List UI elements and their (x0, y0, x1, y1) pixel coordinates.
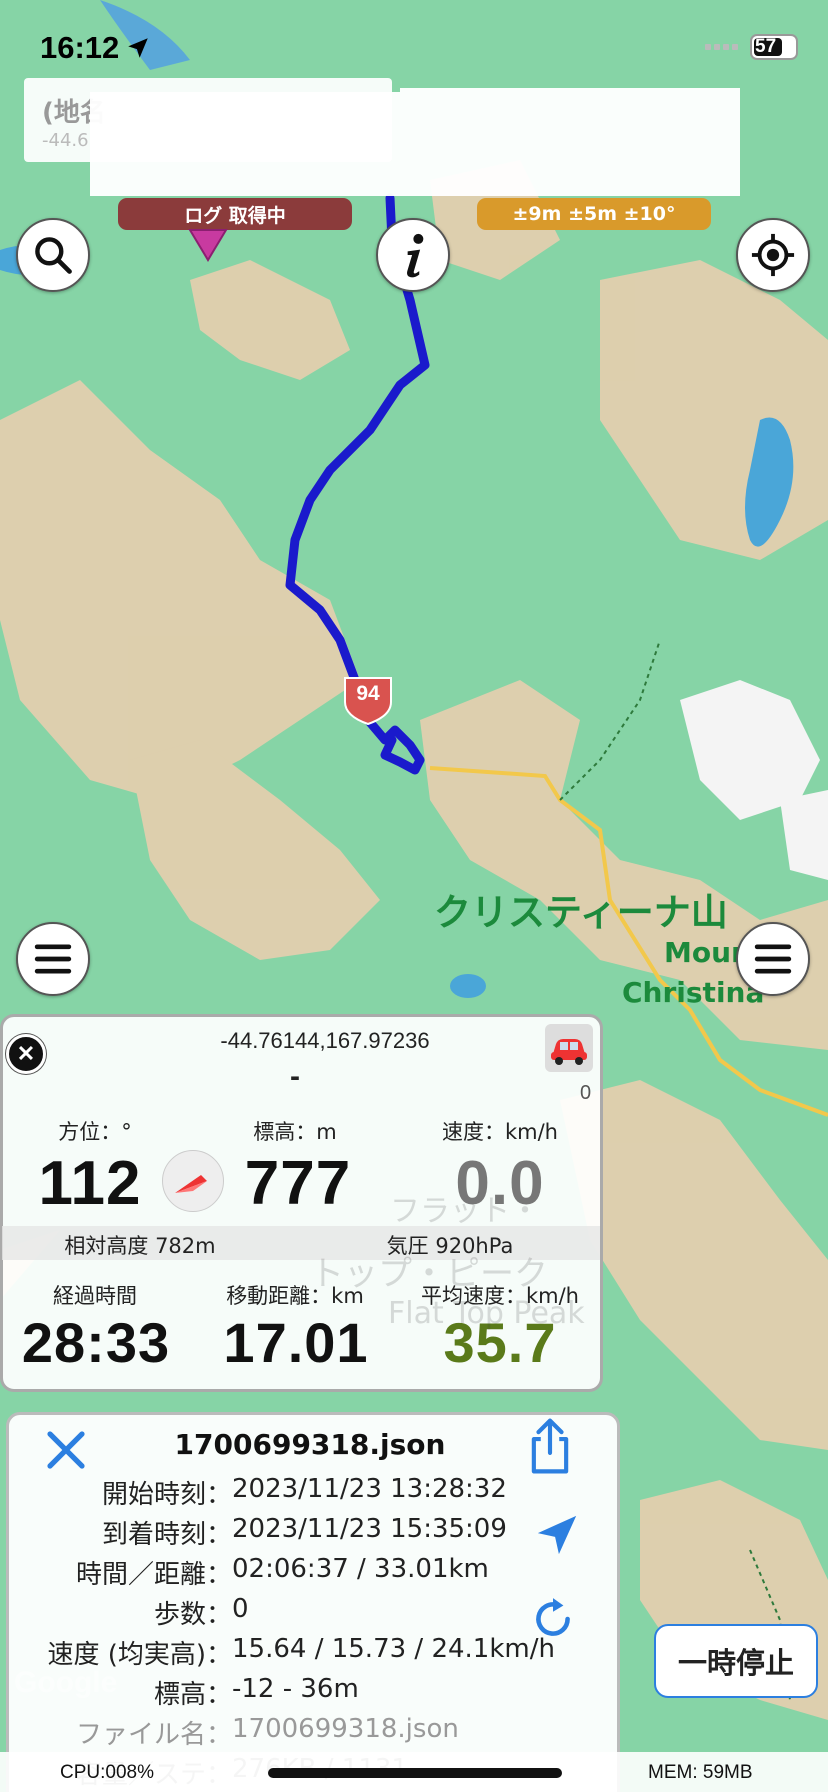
log-row-label: 開始時刻： (101, 1480, 232, 1510)
home-indicator[interactable] (268, 1768, 562, 1778)
navigate-button[interactable] (534, 1512, 580, 1562)
battery-icon: 57 (750, 34, 798, 60)
log-row-value: 02:06:37 / 33.01km (232, 1554, 489, 1584)
bearing-value: 112 (38, 1149, 142, 1218)
log-row-value: 15.64 / 15.73 / 24.1km/h (232, 1634, 555, 1664)
share-icon (531, 1418, 569, 1474)
search-icon (35, 237, 72, 274)
log-row-value: -12 - 36m (232, 1674, 359, 1704)
log-filename: 1700699318.json (174, 1428, 446, 1461)
redaction-box-right (400, 88, 740, 196)
peak-label-en: Flat Top Peak (388, 1296, 585, 1331)
redaction-box (90, 92, 400, 196)
bearing-label: 方位：° (58, 1120, 132, 1144)
memory-usage: MEM: 59MB (648, 1762, 753, 1783)
pin-marker-icon (188, 229, 228, 262)
battery-level: 57 (755, 36, 777, 57)
log-row-value: 1700699318.json (232, 1714, 459, 1744)
place-subtitle: -44.6 (42, 130, 89, 151)
info-button[interactable] (376, 218, 450, 292)
close-panel-button[interactable]: ✕ (6, 1034, 46, 1074)
pause-button[interactable]: 一時停止 (654, 1624, 818, 1698)
menu-button-left[interactable] (16, 922, 90, 996)
close-icon (47, 1431, 85, 1469)
info-icon (407, 233, 424, 278)
speed-label: 速度：km/h (441, 1120, 558, 1144)
hamburger-icon (754, 944, 792, 974)
distance-value: 17.01 (223, 1311, 369, 1374)
navigation-arrow-icon (537, 1515, 577, 1555)
altitude-label: 標高：m (253, 1120, 337, 1144)
mountain-label-jp: クリスティーナ山 (434, 891, 728, 934)
log-row-value: 2023/11/23 13:28:32 (232, 1474, 507, 1504)
vehicle-mode-button[interactable] (545, 1024, 593, 1072)
hamburger-icon (34, 944, 72, 974)
google-attribution: Google (14, 1666, 118, 1699)
locate-button[interactable] (736, 218, 810, 292)
close-log-button[interactable] (42, 1426, 90, 1478)
coordinates: -44.76144,167.97236 (220, 1028, 430, 1053)
status-time: 16:12 (40, 30, 151, 66)
search-button[interactable] (16, 218, 90, 292)
car-icon (551, 1039, 587, 1065)
location-arrow-icon (128, 38, 149, 58)
cpu-usage: CPU:008% (60, 1762, 154, 1783)
route-number: 94 (356, 682, 380, 705)
altitude-value: 777 (244, 1149, 352, 1218)
place-name: - (290, 1060, 300, 1093)
share-button[interactable] (522, 1416, 578, 1480)
elapsed-value: 28:33 (21, 1311, 171, 1374)
status-right: 57 (705, 34, 798, 60)
log-row-value: 0 (232, 1594, 249, 1624)
crosshair-icon (751, 233, 795, 277)
log-row-label: 歩数： (153, 1600, 232, 1630)
peak-label-jp-1: フラット・ (390, 1194, 540, 1229)
vehicle-count: 0 (580, 1082, 592, 1104)
close-icon: ✕ (16, 1041, 36, 1066)
log-row-label: 到着時刻： (101, 1520, 232, 1550)
compass-icon (162, 1150, 224, 1212)
peak-label-jp-2: トップ・ピーク (310, 1254, 548, 1294)
elapsed-label: 経過時間 (53, 1284, 137, 1308)
accuracy-badge: ±9m ±5m ±10° (477, 198, 711, 230)
signal-icon (705, 44, 738, 50)
log-row-label: 時間／距離： (75, 1560, 232, 1590)
log-row-value: 2023/11/23 15:35:09 (232, 1514, 507, 1544)
log-row-label: ファイル名： (75, 1720, 232, 1750)
relative-altitude: 相対高度 782m (64, 1234, 216, 1258)
logging-badge: ログ 取得中 (118, 198, 352, 230)
time-text: 16:12 (40, 30, 120, 65)
menu-button-right[interactable] (736, 922, 810, 996)
